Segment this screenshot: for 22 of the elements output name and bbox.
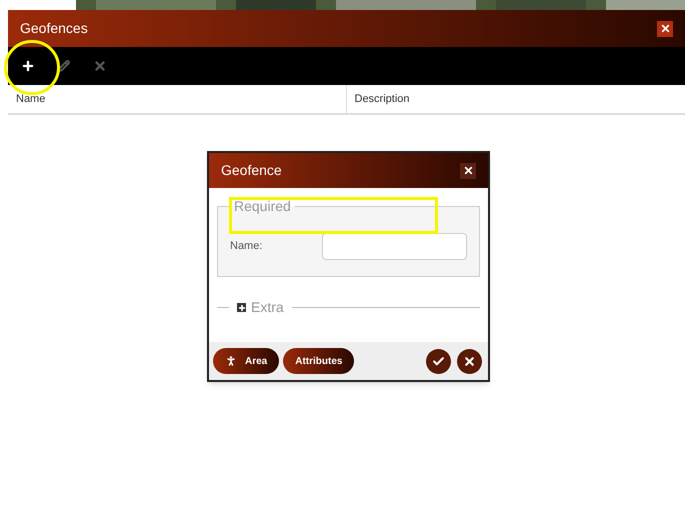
column-header[interactable]: Name (8, 85, 346, 113)
area-button[interactable]: Area (213, 348, 280, 374)
expand-icon (237, 303, 246, 312)
dialog-title: Geofence (221, 161, 282, 180)
field-label: Name: (230, 239, 262, 254)
cancel-button[interactable] (457, 348, 482, 374)
confirm-button[interactable] (426, 348, 451, 374)
person-icon (225, 355, 237, 367)
close-icon (463, 354, 476, 368)
attributes-button[interactable]: Attributes (283, 348, 354, 374)
close-icon (660, 23, 670, 34)
close-button[interactable] (657, 20, 673, 36)
close-icon (93, 59, 107, 73)
window-title: Geofences (20, 19, 88, 38)
check-icon (432, 354, 445, 368)
plus-icon (21, 59, 35, 73)
pencil-icon (58, 60, 70, 72)
close-button[interactable] (460, 162, 476, 178)
column-header[interactable]: Description (346, 85, 685, 113)
close-icon (462, 165, 474, 176)
section-legend: Required (230, 196, 295, 217)
name-input[interactable] (322, 233, 467, 260)
